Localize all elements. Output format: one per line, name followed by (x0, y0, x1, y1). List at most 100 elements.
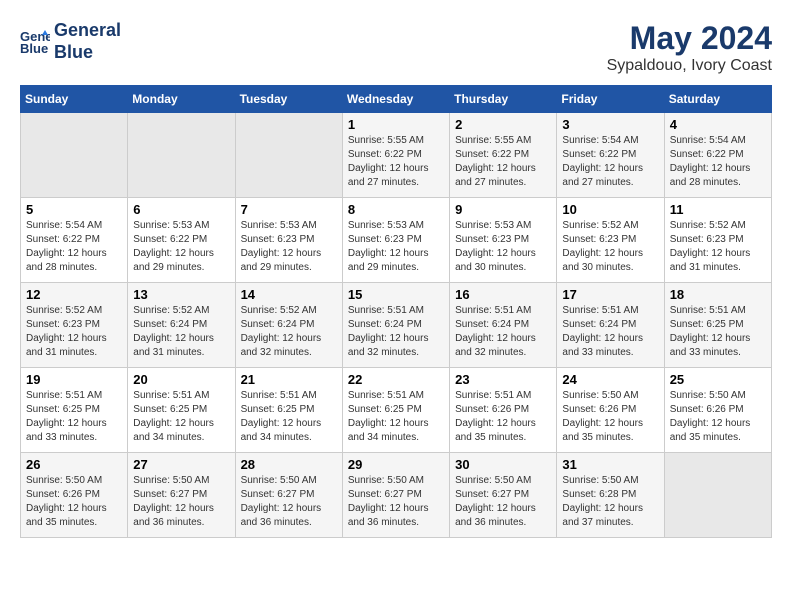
calendar-cell: 15 Sunrise: 5:51 AMSunset: 6:24 PMDayligh… (342, 283, 449, 368)
calendar-header: SundayMondayTuesdayWednesdayThursdayFrid… (21, 86, 772, 113)
calendar-cell: 18 Sunrise: 5:51 AMSunset: 6:25 PMDayligh… (664, 283, 771, 368)
calendar-cell: 8 Sunrise: 5:53 AMSunset: 6:23 PMDaylight… (342, 198, 449, 283)
day-info: Sunrise: 5:50 AMSunset: 6:27 PMDaylight:… (455, 474, 551, 530)
calendar-cell: 23 Sunrise: 5:51 AMSunset: 6:26 PMDayligh… (450, 368, 557, 453)
logo-text: General Blue (54, 20, 121, 63)
calendar-cell: 1 Sunrise: 5:55 AMSunset: 6:22 PMDaylight… (342, 113, 449, 198)
calendar-week-3: 12 Sunrise: 5:52 AMSunset: 6:23 PMDayligh… (21, 283, 772, 368)
day-number: 27 (133, 457, 229, 472)
calendar-cell: 12 Sunrise: 5:52 AMSunset: 6:23 PMDayligh… (21, 283, 128, 368)
day-number: 31 (562, 457, 658, 472)
day-number: 15 (348, 287, 444, 302)
day-header-tuesday: Tuesday (235, 86, 342, 113)
day-header-sunday: Sunday (21, 86, 128, 113)
logo-line1: General (54, 20, 121, 42)
logo-icon: General Blue (20, 27, 50, 57)
day-number: 18 (670, 287, 766, 302)
day-header-monday: Monday (128, 86, 235, 113)
calendar-cell: 9 Sunrise: 5:53 AMSunset: 6:23 PMDaylight… (450, 198, 557, 283)
day-header-wednesday: Wednesday (342, 86, 449, 113)
day-info: Sunrise: 5:53 AMSunset: 6:23 PMDaylight:… (455, 219, 551, 275)
logo-line2: Blue (54, 42, 121, 64)
calendar-cell: 7Sunrise: 5:53 AMSunset: 6:23 PMDaylight… (235, 198, 342, 283)
day-info: Sunrise: 5:50 AMSunset: 6:27 PMDaylight:… (241, 474, 337, 530)
calendar-cell: 17 Sunrise: 5:51 AMSunset: 6:24 PMDayligh… (557, 283, 664, 368)
calendar-cell: 5 Sunrise: 5:54 AMSunset: 6:22 PMDaylight… (21, 198, 128, 283)
logo: General Blue General Blue (20, 20, 121, 63)
page-subtitle: Sypaldouo, Ivory Coast (607, 57, 772, 75)
day-info: Sunrise: 5:51 AMSunset: 6:25 PMDaylight:… (241, 389, 337, 445)
calendar-cell: 4 Sunrise: 5:54 AMSunset: 6:22 PMDaylight… (664, 113, 771, 198)
calendar-cell: 20 Sunrise: 5:51 AMSunset: 6:25 PMDayligh… (128, 368, 235, 453)
day-number: 14 (241, 287, 337, 302)
calendar-cell (21, 113, 128, 198)
day-number: 2 (455, 117, 551, 132)
title-area: May 2024 Sypaldouo, Ivory Coast (607, 20, 772, 75)
calendar-body: 1 Sunrise: 5:55 AMSunset: 6:22 PMDaylight… (21, 113, 772, 538)
day-number: 26 (26, 457, 122, 472)
day-info: Sunrise: 5:53 AMSunset: 6:23 PMDaylight:… (348, 219, 444, 275)
day-info: Sunrise: 5:53 AMSunset: 6:22 PMDaylight:… (133, 219, 229, 275)
day-info: Sunrise: 5:51 AMSunset: 6:24 PMDaylight:… (348, 304, 444, 360)
day-info: Sunrise: 5:53 AMSunset: 6:23 PMDaylight:… (241, 219, 337, 275)
calendar-week-4: 19 Sunrise: 5:51 AMSunset: 6:25 PMDayligh… (21, 368, 772, 453)
day-number: 6 (133, 202, 229, 217)
days-header-row: SundayMondayTuesdayWednesdayThursdayFrid… (21, 86, 772, 113)
day-header-thursday: Thursday (450, 86, 557, 113)
day-number: 8 (348, 202, 444, 217)
day-number: 16 (455, 287, 551, 302)
day-number: 5 (26, 202, 122, 217)
page-header: General Blue General Blue May 2024 Sypal… (20, 20, 772, 75)
calendar-cell: 10Sunrise: 5:52 AMSunset: 6:23 PMDayligh… (557, 198, 664, 283)
day-info: Sunrise: 5:51 AMSunset: 6:26 PMDaylight:… (455, 389, 551, 445)
calendar-cell (664, 453, 771, 538)
calendar-cell: 27Sunrise: 5:50 AMSunset: 6:27 PMDayligh… (128, 453, 235, 538)
calendar-week-2: 5 Sunrise: 5:54 AMSunset: 6:22 PMDaylight… (21, 198, 772, 283)
day-number: 19 (26, 372, 122, 387)
calendar-cell: 13Sunrise: 5:52 AMSunset: 6:24 PMDayligh… (128, 283, 235, 368)
calendar-cell: 2Sunrise: 5:55 AMSunset: 6:22 PMDaylight… (450, 113, 557, 198)
day-number: 9 (455, 202, 551, 217)
day-header-friday: Friday (557, 86, 664, 113)
day-header-saturday: Saturday (664, 86, 771, 113)
day-number: 28 (241, 457, 337, 472)
day-info: Sunrise: 5:51 AMSunset: 6:24 PMDaylight:… (562, 304, 658, 360)
calendar-cell: 11Sunrise: 5:52 AMSunset: 6:23 PMDayligh… (664, 198, 771, 283)
day-number: 23 (455, 372, 551, 387)
day-info: Sunrise: 5:55 AMSunset: 6:22 PMDaylight:… (348, 134, 444, 190)
calendar-cell: 25Sunrise: 5:50 AMSunset: 6:26 PMDayligh… (664, 368, 771, 453)
day-info: Sunrise: 5:52 AMSunset: 6:24 PMDaylight:… (133, 304, 229, 360)
day-info: Sunrise: 5:52 AMSunset: 6:23 PMDaylight:… (562, 219, 658, 275)
calendar-cell: 24 Sunrise: 5:50 AMSunset: 6:26 PMDayligh… (557, 368, 664, 453)
calendar-cell: 19Sunrise: 5:51 AMSunset: 6:25 PMDayligh… (21, 368, 128, 453)
day-info: Sunrise: 5:52 AMSunset: 6:24 PMDaylight:… (241, 304, 337, 360)
day-number: 4 (670, 117, 766, 132)
calendar-cell: 3Sunrise: 5:54 AMSunset: 6:22 PMDaylight… (557, 113, 664, 198)
calendar-cell: 26Sunrise: 5:50 AMSunset: 6:26 PMDayligh… (21, 453, 128, 538)
day-info: Sunrise: 5:51 AMSunset: 6:24 PMDaylight:… (455, 304, 551, 360)
day-info: Sunrise: 5:51 AMSunset: 6:25 PMDaylight:… (670, 304, 766, 360)
calendar-cell (128, 113, 235, 198)
calendar-cell: 22Sunrise: 5:51 AMSunset: 6:25 PMDayligh… (342, 368, 449, 453)
calendar-cell: 6 Sunrise: 5:53 AMSunset: 6:22 PMDaylight… (128, 198, 235, 283)
day-info: Sunrise: 5:50 AMSunset: 6:26 PMDaylight:… (670, 389, 766, 445)
day-number: 24 (562, 372, 658, 387)
day-number: 11 (670, 202, 766, 217)
day-number: 20 (133, 372, 229, 387)
calendar-cell: 28 Sunrise: 5:50 AMSunset: 6:27 PMDayligh… (235, 453, 342, 538)
day-number: 29 (348, 457, 444, 472)
day-info: Sunrise: 5:52 AMSunset: 6:23 PMDaylight:… (26, 304, 122, 360)
day-info: Sunrise: 5:51 AMSunset: 6:25 PMDaylight:… (348, 389, 444, 445)
calendar-cell: 21Sunrise: 5:51 AMSunset: 6:25 PMDayligh… (235, 368, 342, 453)
day-info: Sunrise: 5:50 AMSunset: 6:26 PMDaylight:… (562, 389, 658, 445)
day-number: 12 (26, 287, 122, 302)
day-info: Sunrise: 5:54 AMSunset: 6:22 PMDaylight:… (670, 134, 766, 190)
day-number: 17 (562, 287, 658, 302)
calendar-week-5: 26Sunrise: 5:50 AMSunset: 6:26 PMDayligh… (21, 453, 772, 538)
calendar-cell (235, 113, 342, 198)
day-info: Sunrise: 5:54 AMSunset: 6:22 PMDaylight:… (26, 219, 122, 275)
day-info: Sunrise: 5:51 AMSunset: 6:25 PMDaylight:… (133, 389, 229, 445)
day-number: 3 (562, 117, 658, 132)
calendar-cell: 30Sunrise: 5:50 AMSunset: 6:27 PMDayligh… (450, 453, 557, 538)
day-number: 1 (348, 117, 444, 132)
